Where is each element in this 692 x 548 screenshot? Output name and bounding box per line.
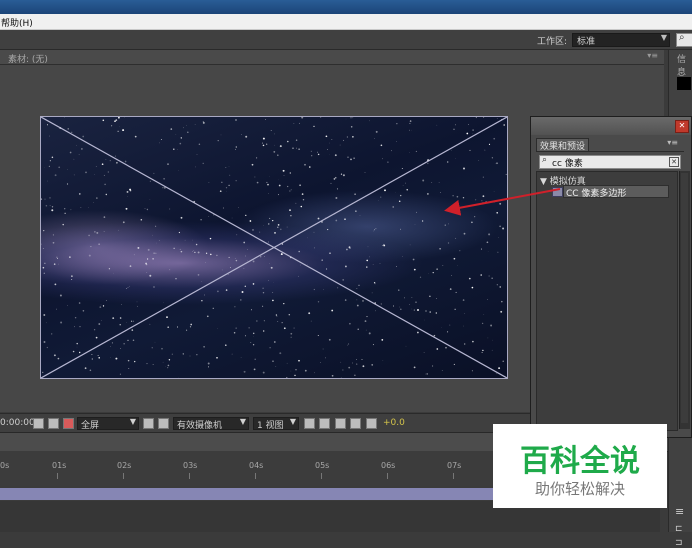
close-icon[interactable]: ✕: [675, 120, 689, 133]
effect-item-label: CC 像素多边形: [566, 186, 626, 199]
resolution-select[interactable]: 全屏 ▼: [77, 417, 139, 430]
effects-tabstrip: 效果和预设 ▾≡: [536, 138, 684, 152]
region-of-interest-icon[interactable]: [143, 418, 154, 429]
reset-exposure-icon[interactable]: [366, 418, 377, 429]
ruler-tick: 04s: [249, 461, 263, 470]
effect-item-cc-pixel-polly[interactable]: CC 像素多边形: [563, 185, 669, 198]
camera-select[interactable]: 有效摄像机 ▼: [173, 417, 249, 430]
workspace-label: 工作区:: [537, 34, 567, 47]
effects-search-value: cc 像素: [552, 156, 583, 169]
menu-help[interactable]: 帮助(H): [1, 16, 33, 29]
ruler-tick: 07s: [447, 461, 461, 470]
workspace-value: 标准: [577, 34, 595, 47]
window-title-bar: [0, 0, 692, 14]
effects-search-input[interactable]: ⌕ cc 像素 ✕: [539, 155, 681, 169]
workspace-bar: 工作区: 标准 ▼ ⌕: [0, 30, 692, 50]
clear-search-icon[interactable]: ✕: [669, 157, 679, 167]
chevron-down-icon: ▼: [290, 417, 296, 426]
toggle-pixel-aspect-icon[interactable]: [304, 418, 315, 429]
chevron-down-icon: ▼: [130, 417, 136, 426]
color-swatch: [677, 77, 691, 90]
watermark-logo: 百科全说 助你轻松解决: [493, 424, 667, 508]
timeline-icon[interactable]: [335, 418, 346, 429]
effects-list: ▼ 模拟仿真 CC 像素多边形: [536, 171, 678, 431]
info-tab-label[interactable]: 信息: [677, 52, 692, 78]
effects-presets-tab[interactable]: 效果和预设: [536, 138, 589, 151]
workspace-select[interactable]: 标准 ▼: [572, 33, 670, 47]
search-icon: ⌕: [679, 32, 685, 43]
watermark-title: 百科全说: [493, 436, 667, 480]
fast-previews-icon[interactable]: [319, 418, 330, 429]
starfield-canvas: [41, 117, 507, 378]
timecode-display[interactable]: 0:00:00: [0, 418, 35, 428]
ruler-tick: 03s: [183, 461, 197, 470]
effect-plugin-icon: [552, 187, 563, 197]
composition-frame[interactable]: [40, 116, 508, 379]
footage-tab-label: 素材: (无): [8, 52, 48, 65]
camera-value: 有效摄像机: [177, 418, 222, 431]
watermark-subtitle: 助你轻松解决: [493, 478, 667, 499]
resolution-value: 全屏: [81, 418, 99, 431]
effects-presets-window: ✕ 效果和预设 ▾≡ ⌕ cc 像素 ✕ ▼ 模拟仿真 CC 像素多边形: [530, 116, 692, 438]
ruler-tick: 06s: [381, 461, 395, 470]
search-icon: ⌕: [542, 155, 547, 165]
menu-bar: 帮助(H): [0, 14, 692, 30]
panel-menu-icon[interactable]: ▾≡: [667, 138, 678, 147]
expand-icon[interactable]: ⊏: [675, 524, 683, 534]
transparency-grid-icon[interactable]: [158, 418, 169, 429]
views-value: 1 视图: [257, 418, 284, 431]
flowchart-icon[interactable]: [350, 418, 361, 429]
show-snapshot-icon[interactable]: [48, 418, 59, 429]
effects-list-scrollbar[interactable]: [679, 171, 690, 429]
ruler-tick: 05s: [315, 461, 329, 470]
footage-viewer-tab[interactable]: 素材: (无) ▾≡: [0, 50, 664, 65]
snapshot-camera-icon[interactable]: [33, 418, 44, 429]
chevron-down-icon: ▼: [240, 417, 246, 426]
collapse-icon[interactable]: ⊐: [675, 538, 683, 548]
chevron-down-icon: ▼: [661, 33, 667, 42]
viewer-toolbar: 0:00:00 全屏 ▼ 有效摄像机 ▼ 1 视图 ▼ +0.0: [0, 413, 530, 432]
panel-menu-icon[interactable]: ▾≡: [647, 51, 658, 60]
exposure-value[interactable]: +0.0: [383, 418, 405, 428]
panel-menu-icon[interactable]: ≡: [675, 505, 684, 518]
effects-window-caption[interactable]: ✕: [531, 117, 691, 135]
color-channel-icon[interactable]: [63, 418, 74, 429]
ruler-tick: 02s: [117, 461, 131, 470]
ruler-tick: 01s: [52, 461, 66, 470]
help-search-input[interactable]: ⌕: [676, 33, 692, 47]
ruler-tick: 0s: [0, 461, 9, 470]
views-select[interactable]: 1 视图 ▼: [253, 417, 299, 430]
